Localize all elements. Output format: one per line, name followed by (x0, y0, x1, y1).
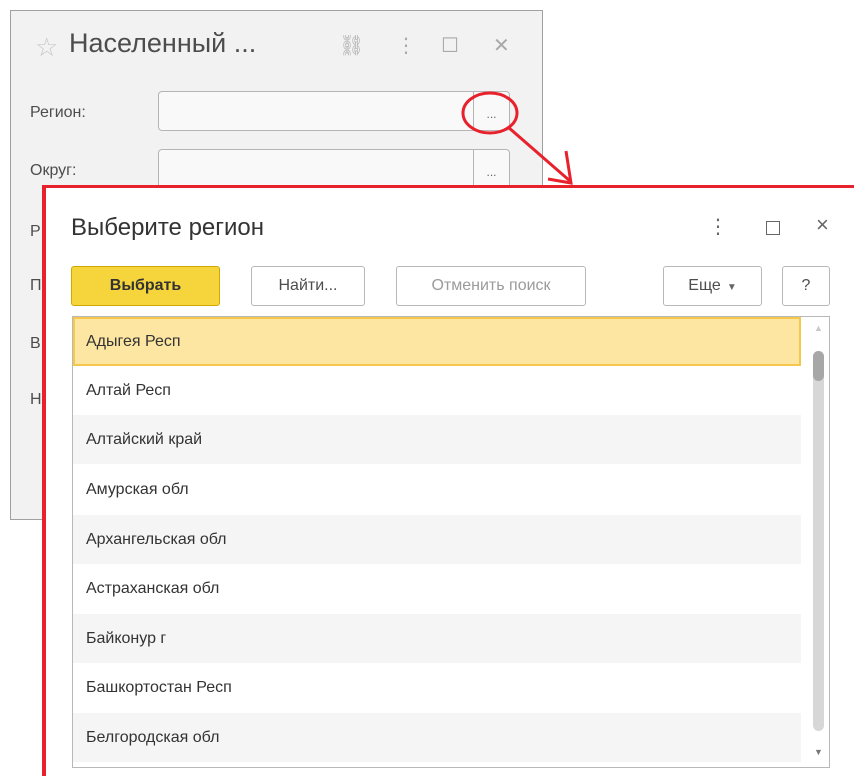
form-title: Населенный ... (69, 28, 257, 58)
region-label: Регион: (30, 104, 86, 121)
list-item[interactable]: Архангельская обл (73, 515, 801, 564)
list-item-label: Белгородская обл (86, 729, 220, 746)
star-icon[interactable]: ☆ (35, 32, 58, 63)
scroll-up-icon[interactable]: ▲ (814, 323, 823, 333)
list-item[interactable]: Башкортостан Респ (73, 663, 801, 712)
list-item-label: Алтай Респ (86, 382, 171, 399)
list-item-label: Башкортостан Респ (86, 679, 232, 696)
list-item-label: Алтайский край (86, 431, 203, 448)
find-button-label: Найти... (278, 277, 338, 294)
region-field[interactable]: ... (158, 91, 510, 131)
scrollbar-thumb[interactable] (813, 351, 824, 381)
more-button[interactable]: Еще ▼ (663, 266, 762, 306)
choose-region-dialog: Выберите регион ⋮ × Выбрать Найти... Отм… (42, 185, 854, 776)
cancel-search-label: Отменить поиск (431, 277, 551, 294)
vertical-scrollbar[interactable]: ▲ ▼ (809, 317, 829, 767)
list-item-label: Байконур г (86, 630, 167, 647)
cancel-search-button[interactable]: Отменить поиск (396, 266, 586, 306)
more-options-icon[interactable]: ⋮ (708, 214, 728, 240)
district-select-button[interactable]: ... (473, 150, 509, 188)
list-item[interactable]: Адыгея Респ (73, 317, 801, 366)
scrollbar-track[interactable] (813, 351, 824, 731)
district-label: Округ: (30, 162, 77, 179)
list-item[interactable]: Байконур г (73, 614, 801, 663)
help-button-label: ? (801, 277, 811, 294)
list-item-label: Адыгея Респ (86, 333, 181, 350)
list-item-label: Астраханская обл (86, 580, 220, 597)
list-item-label: Амурская обл (86, 481, 189, 498)
list-item[interactable]: Алтай Респ (73, 366, 801, 415)
maximize-icon[interactable]: ☐ (441, 33, 459, 58)
maximize-icon[interactable] (766, 221, 780, 235)
more-button-label: Еще (688, 277, 721, 294)
region-list[interactable]: Адыгея Респ Алтай Респ Алтайский край Ам… (72, 316, 830, 768)
find-button[interactable]: Найти... (251, 266, 365, 306)
help-button[interactable]: ? (782, 266, 830, 306)
hidden-label-4: Н (30, 391, 42, 408)
close-icon[interactable]: × (816, 212, 829, 238)
hidden-label-2: П (30, 277, 42, 294)
chevron-down-icon: ▼ (726, 282, 737, 293)
list-item[interactable]: Белгородская обл (73, 713, 801, 762)
link-icon[interactable]: ⛓ (339, 33, 364, 58)
select-button[interactable]: Выбрать (71, 266, 220, 306)
list-item-label: Архангельская обл (86, 531, 227, 548)
more-icon[interactable]: ⋮ (396, 33, 416, 58)
close-icon[interactable]: ✕ (493, 33, 510, 58)
list-item[interactable]: Амурская обл (73, 465, 801, 514)
list-item[interactable]: Алтайский край (73, 415, 801, 464)
hidden-label-1: Р (30, 223, 41, 240)
region-select-button[interactable]: ... (473, 92, 509, 130)
dialog-title: Выберите регион (71, 214, 265, 241)
hidden-label-3: В (30, 335, 41, 352)
scroll-down-icon[interactable]: ▼ (814, 747, 823, 757)
list-item[interactable]: Астраханская обл (73, 564, 801, 613)
select-button-label: Выбрать (109, 277, 182, 294)
district-field[interactable]: ... (158, 149, 510, 189)
